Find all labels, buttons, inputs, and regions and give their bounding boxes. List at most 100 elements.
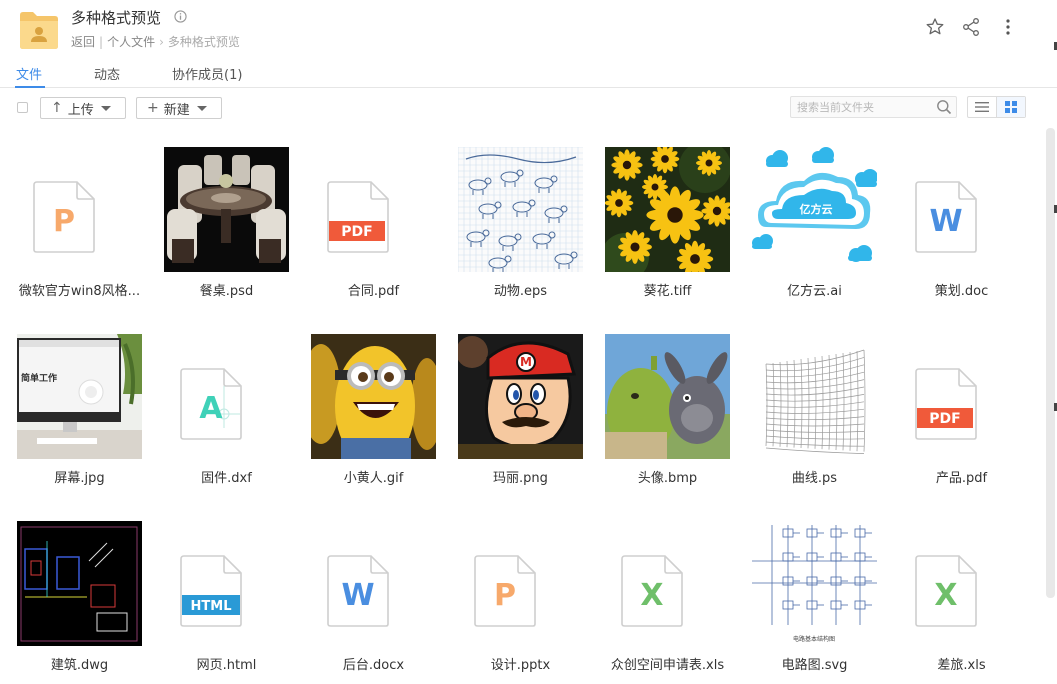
file-name[interactable]: 餐桌.psd bbox=[148, 280, 305, 299]
back-link[interactable]: 返回 bbox=[71, 35, 95, 49]
file-item[interactable]: W 后台.docx bbox=[295, 521, 442, 681]
new-button[interactable]: + 新建 bbox=[136, 97, 222, 119]
pdf-file-icon: PDF bbox=[327, 181, 389, 253]
file-name[interactable]: 屏幕.jpg bbox=[1, 467, 158, 486]
more-vertical-icon[interactable] bbox=[998, 17, 1018, 37]
upload-label: 上传 bbox=[67, 102, 94, 118]
grid-view-button[interactable] bbox=[997, 97, 1025, 117]
svg-text:简单工作: 简单工作 bbox=[21, 372, 57, 384]
file-item[interactable]: 头像.bmp bbox=[589, 334, 736, 494]
file-name[interactable]: 曲线.ps bbox=[736, 467, 893, 486]
share-icon[interactable] bbox=[961, 17, 981, 37]
file-thumbnail[interactable]: 简单工作 bbox=[17, 334, 142, 459]
file-item[interactable]: 小黄人.gif bbox=[295, 334, 442, 494]
upload-button[interactable]: ↑ 上传 bbox=[40, 97, 126, 119]
file-item[interactable]: 餐桌.psd bbox=[148, 147, 295, 307]
file-item[interactable]: P 微软官方win8风格... bbox=[1, 147, 148, 307]
file-item[interactable]: 建筑.dwg bbox=[1, 521, 148, 681]
upload-arrow-icon: ↑ bbox=[51, 100, 63, 116]
scrollbar[interactable] bbox=[1046, 128, 1055, 598]
file-name[interactable]: 玛丽.png bbox=[442, 467, 599, 486]
file-name[interactable]: 差旅.xls bbox=[883, 654, 1040, 673]
search-input[interactable] bbox=[791, 97, 931, 117]
html-file-icon: HTML bbox=[180, 555, 242, 627]
file-item[interactable]: 亿方云 亿方云.ai bbox=[736, 147, 883, 307]
search-box bbox=[790, 96, 957, 118]
file-name[interactable]: 合同.pdf bbox=[295, 280, 452, 299]
tab-files[interactable]: 文件 bbox=[16, 64, 42, 83]
file-item[interactable]: W 策划.doc bbox=[883, 147, 1030, 307]
file-item[interactable]: A 固件.dxf bbox=[148, 334, 295, 494]
file-thumbnail[interactable] bbox=[164, 147, 289, 272]
svg-text:P: P bbox=[53, 204, 75, 239]
file-thumbnail[interactable] bbox=[311, 334, 436, 459]
file-name[interactable]: 产品.pdf bbox=[883, 467, 1040, 486]
folder-icon bbox=[20, 12, 58, 49]
caret-down-icon bbox=[100, 105, 111, 111]
file-item[interactable]: PDF 合同.pdf bbox=[295, 147, 442, 307]
breadcrumb-root[interactable]: 个人文件 bbox=[107, 35, 155, 49]
excel-file-icon: X bbox=[915, 555, 977, 627]
caret-down-icon bbox=[196, 105, 207, 111]
file-name[interactable]: 电路图.svg bbox=[736, 654, 893, 673]
file-item[interactable]: X 众创空间申请表.xls bbox=[589, 521, 736, 681]
svg-text:X: X bbox=[640, 578, 663, 613]
file-item[interactable]: 葵花.tiff bbox=[589, 147, 736, 307]
file-name[interactable]: 设计.pptx bbox=[442, 654, 599, 673]
file-thumbnail[interactable]: 亿方云 bbox=[752, 147, 877, 272]
file-name[interactable]: 后台.docx bbox=[295, 654, 452, 673]
file-name[interactable]: 动物.eps bbox=[442, 280, 599, 299]
file-item[interactable]: PDF 产品.pdf bbox=[883, 334, 1030, 494]
file-name[interactable]: 众创空间申请表.xls bbox=[589, 654, 746, 673]
new-label: 新建 bbox=[163, 102, 190, 118]
svg-text:P: P bbox=[494, 578, 516, 613]
select-all-checkbox[interactable] bbox=[17, 102, 28, 113]
svg-text:W: W bbox=[929, 204, 962, 239]
list-view-button[interactable] bbox=[968, 97, 997, 117]
file-thumbnail[interactable]: M bbox=[458, 334, 583, 459]
file-name[interactable]: 策划.doc bbox=[883, 280, 1040, 299]
svg-text:PDF: PDF bbox=[929, 411, 960, 427]
pptx-file-icon: P bbox=[33, 181, 95, 253]
file-item[interactable]: 电路基本结构图 电路图.svg bbox=[736, 521, 883, 681]
file-item[interactable]: 曲线.ps bbox=[736, 334, 883, 494]
file-name[interactable]: 固件.dxf bbox=[148, 467, 305, 486]
file-thumbnail[interactable] bbox=[605, 334, 730, 459]
svg-text:M: M bbox=[520, 355, 532, 369]
info-icon[interactable] bbox=[174, 10, 187, 23]
grid-icon bbox=[1005, 101, 1017, 113]
file-thumbnail[interactable] bbox=[752, 334, 877, 459]
plus-icon: + bbox=[147, 100, 159, 116]
file-item[interactable]: P 设计.pptx bbox=[442, 521, 589, 681]
excel-file-icon: X bbox=[621, 555, 683, 627]
file-name[interactable]: 建筑.dwg bbox=[1, 654, 158, 673]
svg-text:电路基本结构图: 电路基本结构图 bbox=[793, 635, 835, 643]
svg-text:HTML: HTML bbox=[191, 599, 232, 614]
svg-text:X: X bbox=[934, 578, 957, 613]
file-name[interactable]: 亿方云.ai bbox=[736, 280, 893, 299]
svg-text:亿方云: 亿方云 bbox=[800, 202, 833, 216]
file-name[interactable]: 网页.html bbox=[148, 654, 305, 673]
pptx-file-icon: P bbox=[474, 555, 536, 627]
file-name[interactable]: 头像.bmp bbox=[589, 467, 746, 486]
breadcrumb: 返回 | 个人文件 › 多种格式预览 bbox=[71, 33, 240, 50]
file-name[interactable]: 小黄人.gif bbox=[295, 467, 452, 486]
file-thumbnail[interactable] bbox=[605, 147, 730, 272]
file-item[interactable]: HTML 网页.html bbox=[148, 521, 295, 681]
breadcrumb-divider: | bbox=[99, 35, 104, 49]
file-item[interactable]: 动物.eps bbox=[442, 147, 589, 307]
tab-activity[interactable]: 动态 bbox=[94, 64, 120, 83]
file-thumbnail[interactable]: 电路基本结构图 bbox=[752, 521, 877, 646]
star-icon[interactable] bbox=[925, 17, 945, 37]
file-item[interactable]: M 玛丽.png bbox=[442, 334, 589, 494]
search-icon[interactable] bbox=[936, 99, 952, 115]
page-title: 多种格式预览 bbox=[71, 9, 162, 27]
file-name[interactable]: 微软官方win8风格... bbox=[1, 280, 158, 299]
file-thumbnail[interactable] bbox=[458, 147, 583, 272]
tab-collaborators[interactable]: 协作成员(1) bbox=[172, 64, 242, 83]
svg-text:W: W bbox=[341, 578, 374, 613]
file-thumbnail[interactable] bbox=[17, 521, 142, 646]
file-item[interactable]: X 差旅.xls bbox=[883, 521, 1030, 681]
file-name[interactable]: 葵花.tiff bbox=[589, 280, 746, 299]
file-item[interactable]: 简单工作 屏幕.jpg bbox=[1, 334, 148, 494]
